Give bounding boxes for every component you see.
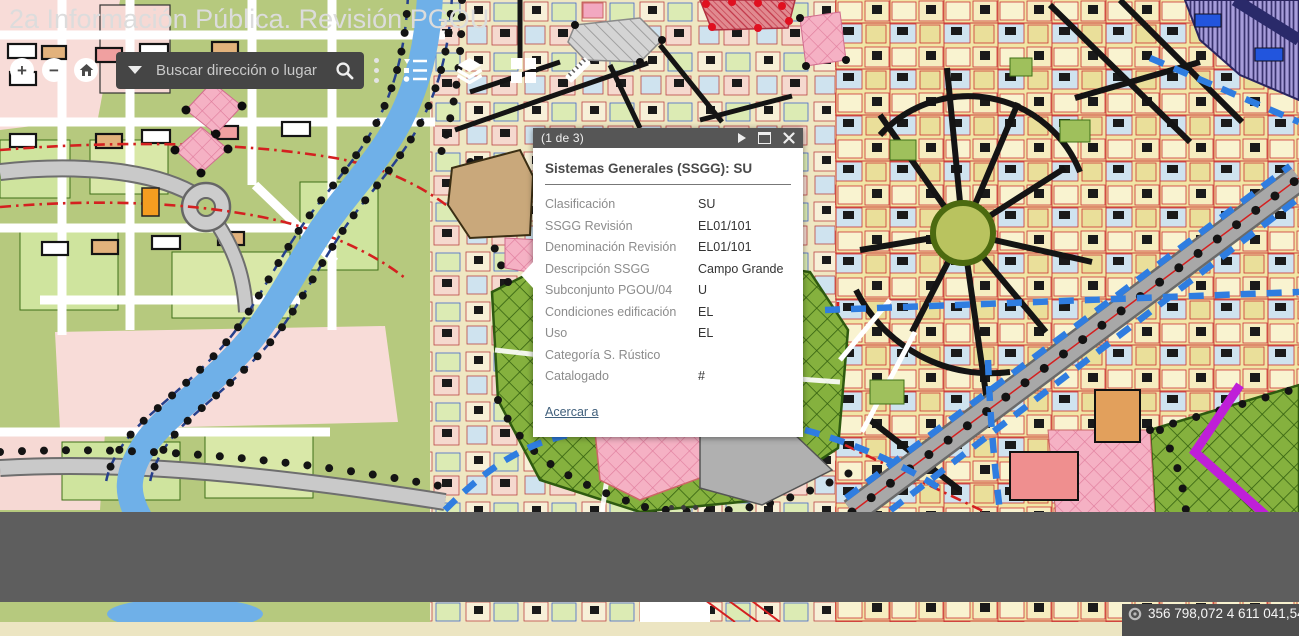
app-title: 2a Información Pública. Revisión PGOU xyxy=(9,4,489,35)
field-value: EL xyxy=(698,323,713,345)
field-value: Campo Grande xyxy=(698,259,783,281)
field-row: Uso EL xyxy=(545,323,793,345)
layers-button[interactable] xyxy=(455,56,484,84)
basemap-gallery-icon xyxy=(510,57,537,84)
field-row: Descripción SSGG Campo Grande xyxy=(545,259,793,281)
next-icon xyxy=(738,133,746,143)
field-value: SU xyxy=(698,194,715,216)
field-row: Clasificación SU xyxy=(545,194,793,216)
field-row: Denominación Revisión EL01/101 xyxy=(545,237,793,259)
close-button[interactable] xyxy=(783,132,795,144)
field-row: Catalogado # xyxy=(545,366,793,388)
legend-icon xyxy=(401,56,429,84)
orange-block xyxy=(142,188,159,216)
search-icon xyxy=(335,61,354,80)
field-row: Subconjunto PGOU/04 U xyxy=(545,280,793,302)
search-button[interactable] xyxy=(324,61,364,80)
measure-button[interactable] xyxy=(563,55,593,85)
coordinates-widget: 356 798,072 4 611 041,54 xyxy=(1122,604,1299,636)
zoom-out-button[interactable]: − xyxy=(42,58,66,82)
field-value: EL xyxy=(698,302,713,324)
panel-drag-handle[interactable] xyxy=(669,505,698,510)
popup-pager: (1 de 3) xyxy=(541,131,584,145)
toolbar: + − xyxy=(10,51,593,89)
field-label: Subconjunto PGOU/04 xyxy=(545,280,698,302)
crosshair-icon[interactable] xyxy=(1127,606,1143,622)
field-label: SSGG Revisión xyxy=(545,216,698,238)
field-label: Uso xyxy=(545,323,698,345)
home-button[interactable] xyxy=(74,58,98,82)
next-feature-button[interactable] xyxy=(738,133,746,143)
measure-icon xyxy=(563,55,593,85)
close-icon xyxy=(783,132,795,144)
search-source-dropdown[interactable] xyxy=(116,66,154,74)
more-tools-button[interactable] xyxy=(374,58,379,83)
popup-header: (1 de 3) xyxy=(533,128,803,148)
zoom-in-button[interactable]: + xyxy=(10,58,34,82)
field-value: EL01/101 xyxy=(698,216,752,238)
field-label: Catalogado xyxy=(545,366,698,388)
feature-popup: (1 de 3) Sistemas Generales (SSGG): SU C… xyxy=(533,128,803,437)
popup-title: Sistemas Generales (SSGG): SU xyxy=(545,161,793,176)
maximize-button[interactable] xyxy=(758,132,771,144)
basemap-gallery-button[interactable] xyxy=(510,57,537,84)
kebab-menu-icon xyxy=(374,58,379,63)
layers-icon xyxy=(455,56,484,84)
field-row: SSGG Revisión EL01/101 xyxy=(545,216,793,238)
field-label: Categoría S. Rústico xyxy=(545,345,698,367)
maximize-icon xyxy=(758,132,771,144)
popup-body: Sistemas Generales (SSGG): SU Clasificac… xyxy=(533,148,803,437)
coordinates-readout: 356 798,072 4 611 041,54 xyxy=(1148,606,1299,621)
home-icon xyxy=(79,63,94,77)
field-label: Descripción SSGG xyxy=(545,259,698,281)
field-label: Denominación Revisión xyxy=(545,237,698,259)
dropdown-arrow-icon xyxy=(128,66,142,74)
field-label: Clasificación xyxy=(545,194,698,216)
field-row: Categoría S. Rústico xyxy=(545,345,793,367)
field-row: Condiciones edificación EL xyxy=(545,302,793,324)
popup-pointer xyxy=(521,262,533,288)
bottom-bar xyxy=(0,512,1299,602)
search-input[interactable] xyxy=(154,61,324,80)
plus-icon: + xyxy=(17,62,27,79)
field-value: # xyxy=(698,366,705,388)
field-value: U xyxy=(698,280,707,302)
popup-divider xyxy=(545,184,791,185)
search-box xyxy=(116,52,364,89)
zoom-to-link[interactable]: Acercar a xyxy=(545,405,599,419)
field-label: Condiciones edificación xyxy=(545,302,698,324)
field-value: EL01/101 xyxy=(698,237,752,259)
minus-icon: − xyxy=(49,62,59,79)
legend-button[interactable] xyxy=(401,56,429,84)
